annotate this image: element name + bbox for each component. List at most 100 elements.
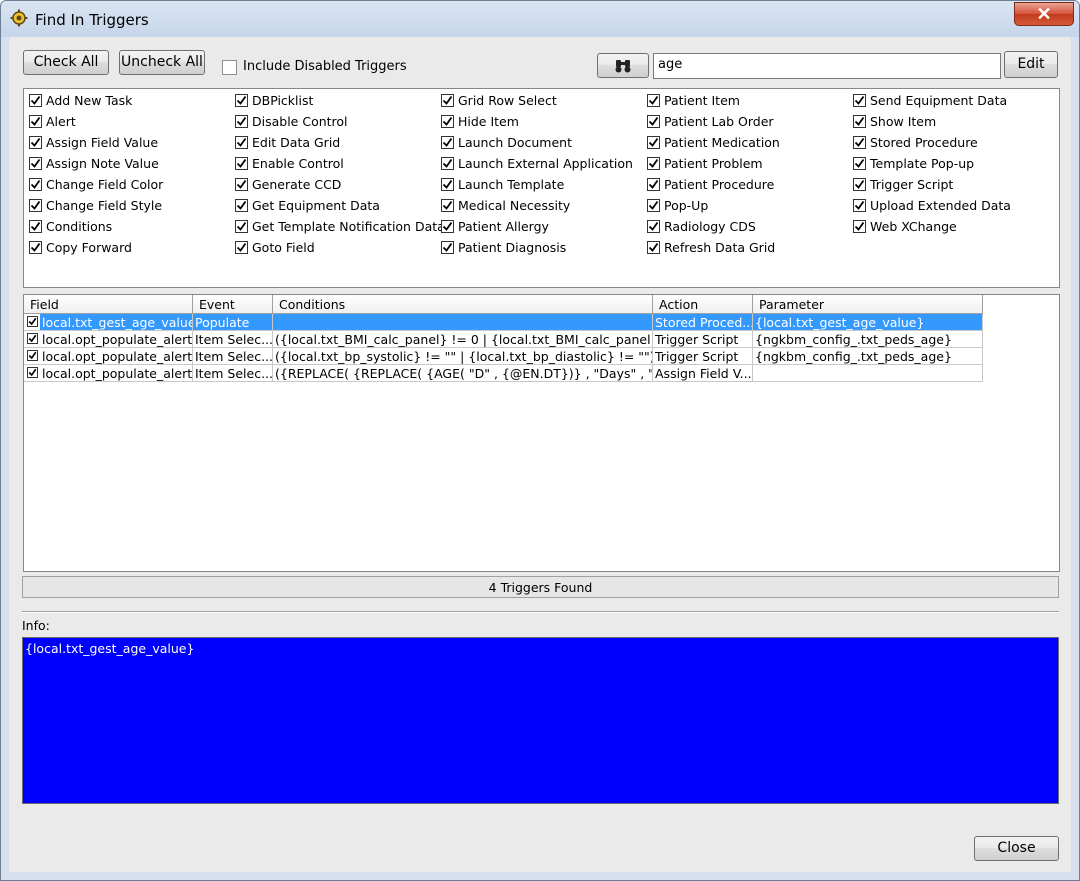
checkbox-refresh-data-grid[interactable] <box>647 241 660 254</box>
checkbox-enable-control[interactable] <box>235 157 248 170</box>
info-textbox[interactable]: {local.txt_gest_age_value} <box>22 637 1059 804</box>
cell-action: Stored Proced... <box>653 314 753 331</box>
trigger-type-label: Add New Task <box>46 93 133 108</box>
trigger-type-label: Stored Procedure <box>870 135 978 150</box>
checkbox-web-xchange[interactable] <box>853 220 866 233</box>
checkmark-icon <box>236 137 247 147</box>
checkbox-template-pop-up[interactable] <box>853 157 866 170</box>
checkbox-goto-field[interactable] <box>235 241 248 254</box>
checkbox-launch-external-application[interactable] <box>441 157 454 170</box>
checkbox-launch-template[interactable] <box>441 178 454 191</box>
row-checkbox[interactable] <box>27 333 38 344</box>
checkmark-icon <box>648 116 659 126</box>
checkmark-icon <box>648 179 659 189</box>
column-header-conditions[interactable]: Conditions <box>273 295 653 314</box>
cell-event: Item Selec... <box>193 331 273 348</box>
cell-event: Item Selec... <box>193 365 273 382</box>
trigger-type-label: Change Field Color <box>46 177 164 192</box>
checkbox-trigger-script[interactable] <box>853 178 866 191</box>
trigger-type-label: Launch Document <box>458 135 572 150</box>
checkmark-icon <box>854 200 865 210</box>
checkbox-patient-problem[interactable] <box>647 157 660 170</box>
cell-event: Item Selec... <box>193 348 273 365</box>
field-name: local.txt_gest_age_value <box>40 314 192 330</box>
checkbox-show-item[interactable] <box>853 115 866 128</box>
checkbox-dbpicklist[interactable] <box>235 94 248 107</box>
checkmark-icon <box>30 116 41 126</box>
table-row[interactable]: local.txt_gest_age_value Populate Stored P… <box>24 314 985 331</box>
checkbox-radiology-cds[interactable] <box>647 220 660 233</box>
trigger-type-label: Disable Control <box>252 114 348 129</box>
row-checkbox[interactable] <box>27 350 38 361</box>
window-close-button[interactable]: ✕ <box>1014 2 1074 26</box>
checkbox-stored-procedure[interactable] <box>853 136 866 149</box>
checkbox-copy-forward[interactable] <box>29 241 42 254</box>
checkbox-add-new-task[interactable] <box>29 94 42 107</box>
edit-button[interactable]: Edit <box>1004 51 1058 78</box>
checkmark-icon <box>854 95 865 105</box>
trigger-type-label: Trigger Script <box>870 177 954 192</box>
checkbox-grid-row-select[interactable] <box>441 94 454 107</box>
checkbox-patient-allergy[interactable] <box>441 220 454 233</box>
checkbox-patient-lab-order[interactable] <box>647 115 660 128</box>
column-header-parameter[interactable]: Parameter <box>753 295 983 314</box>
row-checkbox[interactable] <box>27 316 38 327</box>
cell-parameter: {ngkbm_config_.txt_peds_age} <box>753 348 983 365</box>
checkbox-hide-item[interactable] <box>441 115 454 128</box>
cell-parameter: {ngkbm_config_.txt_peds_age} <box>753 331 983 348</box>
checkbox-disable-control[interactable] <box>235 115 248 128</box>
cell-field: local.txt_gest_age_value <box>24 314 193 331</box>
checkbox-upload-extended-data[interactable] <box>853 199 866 212</box>
checkbox-launch-document[interactable] <box>441 136 454 149</box>
checkbox-patient-medication[interactable] <box>647 136 660 149</box>
checkbox-generate-ccd[interactable] <box>235 178 248 191</box>
checkbox-pop-up[interactable] <box>647 199 660 212</box>
checkbox-patient-procedure[interactable] <box>647 178 660 191</box>
search-input[interactable]: age <box>653 53 1001 79</box>
checkbox-change-field-style[interactable] <box>29 199 42 212</box>
checkbox-conditions[interactable] <box>29 220 42 233</box>
checkmark-icon <box>442 200 453 210</box>
trigger-type-label: Upload Extended Data <box>870 198 1011 213</box>
trigger-type-label: Hide Item <box>458 114 519 129</box>
column-header-action[interactable]: Action <box>653 295 753 314</box>
checkbox-edit-data-grid[interactable] <box>235 136 248 149</box>
column-header-event[interactable]: Event <box>193 295 273 314</box>
checkmark-icon <box>236 179 247 189</box>
checkmark-icon <box>854 179 865 189</box>
checkbox-send-equipment-data[interactable] <box>853 94 866 107</box>
checkbox-assign-note-value[interactable] <box>29 157 42 170</box>
column-header-field[interactable]: Field <box>24 295 193 314</box>
include-disabled-checkbox[interactable] <box>222 60 237 75</box>
checkbox-medical-necessity[interactable] <box>441 199 454 212</box>
checkbox-get-template-notification-data[interactable] <box>235 220 248 233</box>
uncheck-all-button[interactable]: Uncheck All <box>119 50 205 75</box>
checkbox-get-equipment-data[interactable] <box>235 199 248 212</box>
checkmark-icon <box>30 242 41 252</box>
checkbox-change-field-color[interactable] <box>29 178 42 191</box>
checkmark-icon <box>30 137 41 147</box>
close-button[interactable]: Close <box>974 836 1059 861</box>
table-row[interactable]: local.opt_populate_alert Item Selec... ({R… <box>24 365 985 382</box>
checkmark-icon <box>442 116 453 126</box>
checkmark-icon <box>442 158 453 168</box>
find-button[interactable] <box>597 53 649 78</box>
checkmark-icon <box>236 116 247 126</box>
checkbox-alert[interactable] <box>29 115 42 128</box>
checkmark-icon <box>648 200 659 210</box>
check-all-button[interactable]: Check All <box>23 50 109 75</box>
binoculars-icon <box>615 60 631 73</box>
trigger-type-label: Patient Problem <box>664 156 763 171</box>
checkbox-assign-field-value[interactable] <box>29 136 42 149</box>
trigger-type-label: Assign Field Value <box>46 135 159 150</box>
checkbox-patient-item[interactable] <box>647 94 660 107</box>
checkmark-icon <box>28 334 37 343</box>
checkbox-patient-diagnosis[interactable] <box>441 241 454 254</box>
row-checkbox[interactable] <box>27 367 38 378</box>
cell-field: local.opt_populate_alert <box>24 348 193 365</box>
table-row[interactable]: local.opt_populate_alert Item Selec... ({l… <box>24 348 985 365</box>
table-row[interactable]: local.opt_populate_alert Item Selec... ({l… <box>24 331 985 348</box>
results-grid: Field Event Conditions Action Parameter local… <box>23 294 1060 572</box>
field-name: local.opt_populate_alert <box>42 332 193 347</box>
trigger-type-label: Radiology CDS <box>664 219 756 234</box>
